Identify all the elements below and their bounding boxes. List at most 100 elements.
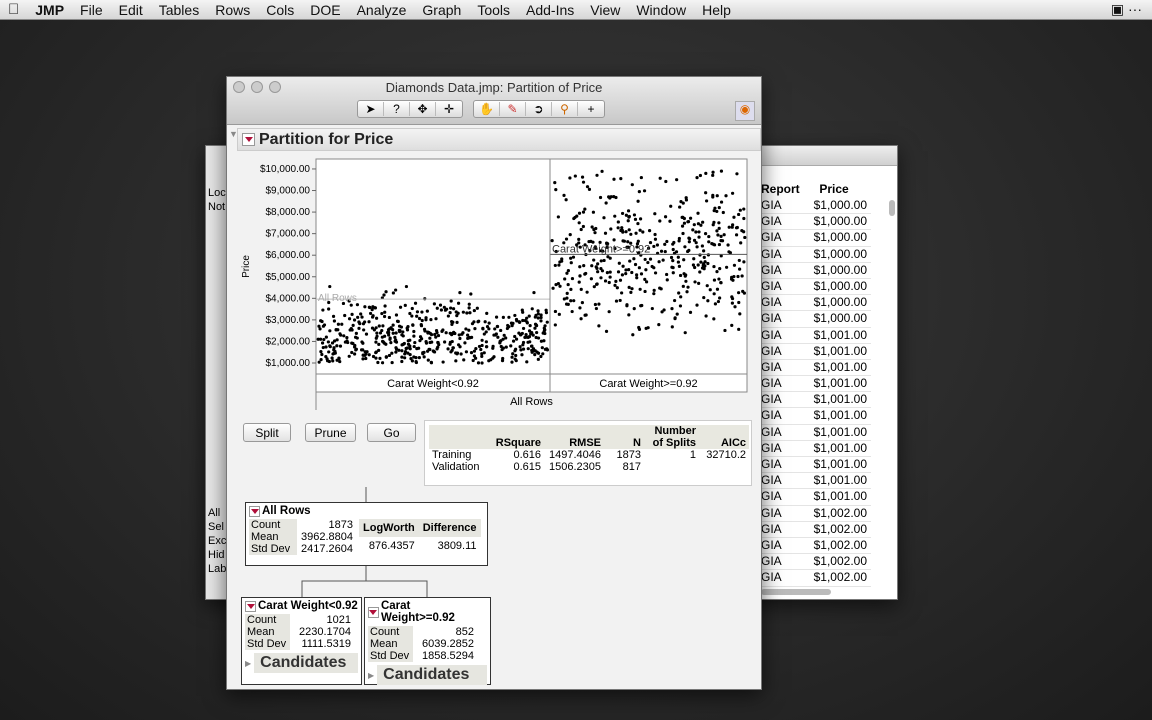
candidates-header[interactable]: Candidates bbox=[377, 665, 487, 685]
plot-frame bbox=[315, 158, 748, 375]
stat-label: Mean bbox=[245, 626, 290, 638]
data-point bbox=[707, 234, 711, 239]
data-table-window[interactable]: Report Price GIA $1,000.00 GIA $1,000.00 GIA… bbox=[740, 145, 898, 600]
cell-price: $1,000.00 bbox=[813, 295, 867, 310]
table-row[interactable]: GIA $1,001.00 bbox=[761, 441, 871, 457]
table-row[interactable]: GIA $1,000.00 bbox=[761, 263, 871, 279]
red-triangle-menu[interactable] bbox=[245, 600, 256, 612]
prune-button[interactable]: Prune bbox=[305, 423, 356, 442]
split-header: Difference bbox=[422, 522, 477, 534]
data-point bbox=[412, 334, 416, 338]
table-row[interactable]: GIA $1,001.00 bbox=[761, 328, 871, 344]
data-point bbox=[669, 255, 674, 260]
table-row[interactable]: GIA $1,000.00 bbox=[761, 311, 871, 328]
disclosure-icon[interactable]: ▶ bbox=[245, 659, 251, 668]
candidates-header[interactable]: Candidates bbox=[254, 653, 358, 673]
table-row[interactable]: GIA $1,002.00 bbox=[761, 554, 871, 571]
data-point bbox=[470, 335, 474, 339]
data-point bbox=[458, 291, 462, 295]
disclosure-icon[interactable]: ▶ bbox=[368, 671, 374, 680]
data-point bbox=[511, 352, 515, 356]
data-point bbox=[433, 332, 437, 337]
table-row[interactable]: GIA $1,001.00 bbox=[761, 457, 871, 474]
vertical-scrollbar[interactable] bbox=[889, 200, 895, 216]
table-row[interactable]: GIA $1,001.00 bbox=[761, 360, 871, 377]
data-point bbox=[322, 337, 326, 342]
table-row[interactable]: GIA $1,001.00 bbox=[761, 408, 871, 425]
table-row[interactable]: GIA $1,001.00 bbox=[761, 425, 871, 441]
menu-window[interactable]: Window bbox=[628, 2, 694, 18]
data-point bbox=[424, 341, 429, 345]
column-header-price[interactable]: Price bbox=[809, 182, 864, 196]
data-point bbox=[487, 327, 491, 331]
apple-icon[interactable]:  bbox=[0, 1, 27, 18]
cell-price: $1,002.00 bbox=[813, 570, 867, 585]
horizontal-scrollbar[interactable] bbox=[761, 589, 831, 595]
tree-node-left[interactable]: Carat Weight<0.92 Count 1021 Mean 2230.1704 S… bbox=[241, 597, 362, 685]
data-point bbox=[377, 348, 381, 352]
table-row[interactable]: GIA $1,002.00 bbox=[761, 506, 871, 522]
data-point bbox=[451, 307, 456, 311]
cell-report: GIA bbox=[761, 440, 782, 455]
table-row[interactable]: GIA $1,000.00 bbox=[761, 247, 871, 263]
table-row[interactable]: GIA $1,002.00 bbox=[761, 570, 871, 587]
column-header-report[interactable]: Report bbox=[761, 182, 806, 196]
table-row[interactable]: GIA $1,000.00 bbox=[761, 295, 871, 312]
data-point bbox=[702, 262, 706, 266]
screen-icon[interactable]: ▣ ··· bbox=[1111, 1, 1152, 18]
menu-app[interactable]: JMP bbox=[27, 2, 72, 18]
menu-file[interactable]: File bbox=[72, 2, 111, 18]
menu-cols[interactable]: Cols bbox=[258, 2, 302, 18]
data-point bbox=[411, 323, 415, 327]
data-point bbox=[568, 176, 572, 180]
tree-node-all-rows[interactable]: All Rows Count 1873 Mean 3962.8804 Std Dev 241… bbox=[245, 502, 488, 566]
menu-doe[interactable]: DOE bbox=[302, 2, 348, 18]
table-row[interactable]: GIA $1,001.00 bbox=[761, 376, 871, 393]
data-point bbox=[573, 174, 577, 178]
menu-edit[interactable]: Edit bbox=[111, 2, 151, 18]
data-point bbox=[738, 267, 742, 271]
table-row[interactable]: GIA $1,000.00 bbox=[761, 230, 871, 247]
data-point bbox=[719, 169, 724, 173]
data-point bbox=[428, 340, 432, 345]
data-point bbox=[335, 338, 339, 342]
cell-price: $1,002.00 bbox=[813, 521, 867, 536]
data-point bbox=[677, 291, 681, 295]
menu-tables[interactable]: Tables bbox=[151, 2, 207, 18]
table-row[interactable]: GIA $1,000.00 bbox=[761, 198, 871, 215]
data-point bbox=[733, 305, 737, 309]
red-triangle-menu[interactable] bbox=[249, 505, 260, 517]
data-point bbox=[599, 259, 603, 263]
table-row[interactable]: GIA $1,001.00 bbox=[761, 473, 871, 490]
data-point bbox=[544, 308, 548, 312]
table-row[interactable]: GIA $1,002.00 bbox=[761, 538, 871, 555]
data-point bbox=[335, 344, 339, 348]
menu-view[interactable]: View bbox=[582, 2, 628, 18]
data-point bbox=[616, 226, 620, 230]
table-row[interactable]: GIA $1,002.00 bbox=[761, 522, 871, 538]
menu-add-ins[interactable]: Add-Ins bbox=[518, 2, 582, 18]
data-point bbox=[318, 327, 322, 331]
table-row[interactable]: GIA $1,000.00 bbox=[761, 279, 871, 296]
menu-tools[interactable]: Tools bbox=[469, 2, 518, 18]
table-row[interactable]: GIA $1,001.00 bbox=[761, 392, 871, 409]
data-point bbox=[687, 248, 691, 252]
menu-graph[interactable]: Graph bbox=[414, 2, 469, 18]
table-row[interactable]: GIA $1,000.00 bbox=[761, 214, 871, 231]
menu-analyze[interactable]: Analyze bbox=[349, 2, 415, 18]
data-point bbox=[450, 322, 454, 326]
fit-header: AICc bbox=[720, 437, 746, 449]
menu-help[interactable]: Help bbox=[694, 2, 739, 18]
data-point bbox=[612, 238, 616, 242]
data-point bbox=[566, 282, 570, 287]
data-point bbox=[737, 291, 741, 295]
data-point bbox=[458, 336, 462, 341]
red-triangle-menu[interactable] bbox=[368, 606, 379, 618]
go-button[interactable]: Go bbox=[367, 423, 416, 442]
table-row[interactable]: GIA $1,001.00 bbox=[761, 489, 871, 506]
table-row[interactable]: GIA $1,001.00 bbox=[761, 344, 871, 360]
tree-node-right[interactable]: Carat Weight>=0.92 Count 852 Mean 6039.2852 S… bbox=[364, 597, 491, 685]
split-button[interactable]: Split bbox=[243, 423, 291, 442]
data-point bbox=[739, 241, 743, 245]
menu-rows[interactable]: Rows bbox=[207, 2, 258, 18]
